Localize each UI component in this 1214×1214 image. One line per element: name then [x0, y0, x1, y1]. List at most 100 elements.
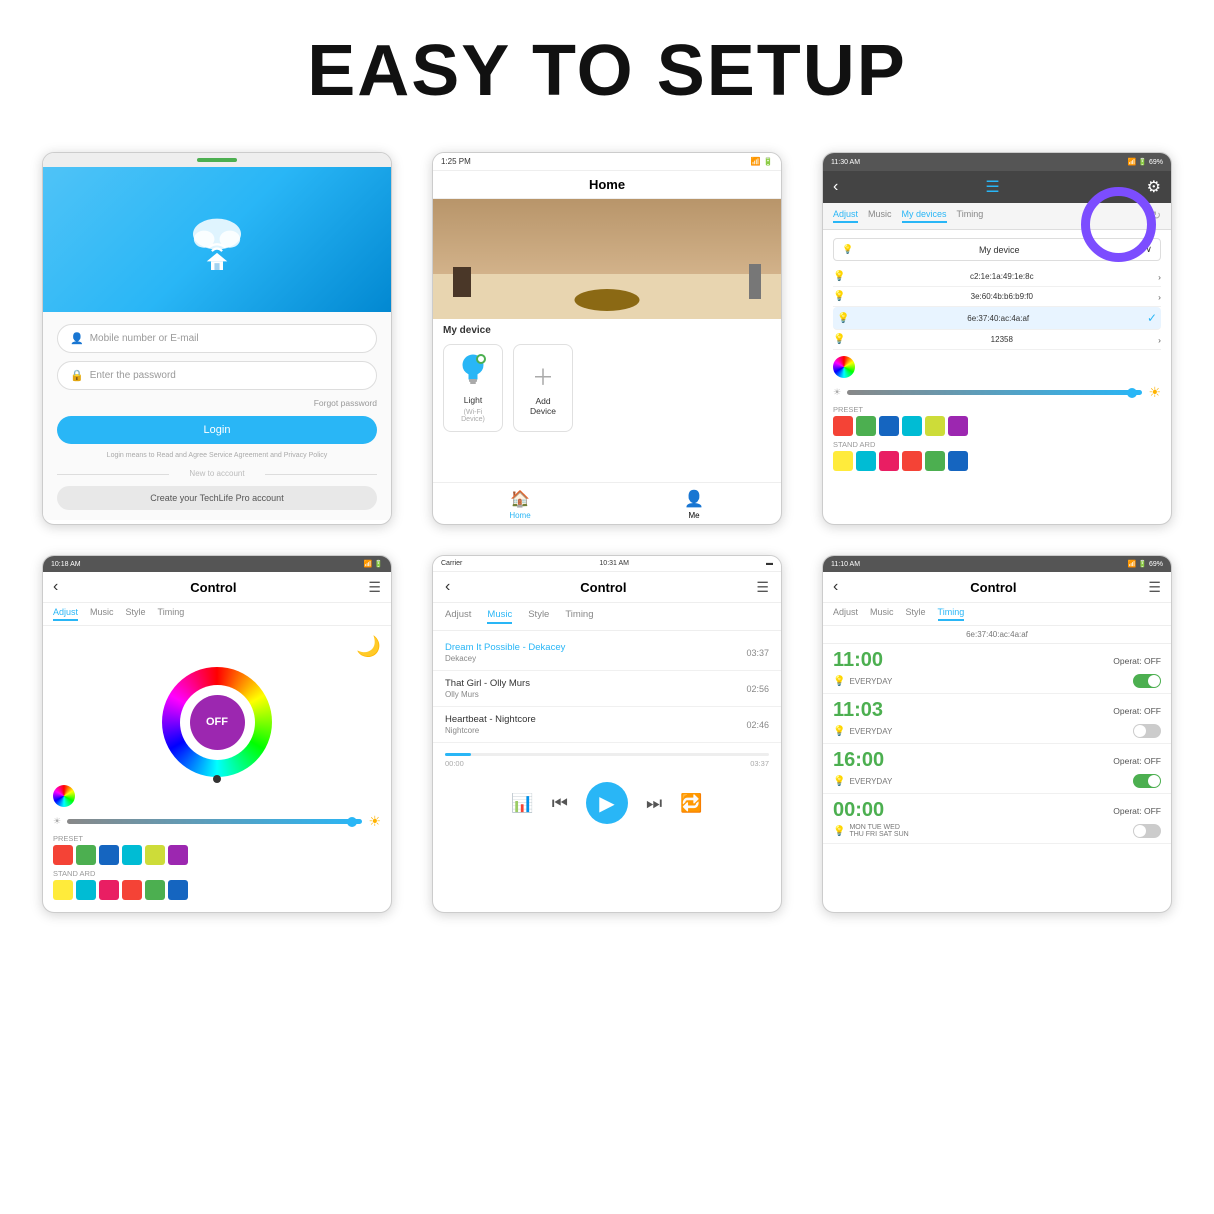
swatch-4-std-blue[interactable] — [168, 880, 188, 900]
tab-timing[interactable]: Timing — [957, 209, 984, 223]
toggle-1[interactable] — [1133, 674, 1161, 688]
bulb-t2: 💡 — [833, 726, 845, 737]
swatch-4-std-yellow[interactable] — [53, 880, 73, 900]
back-icon[interactable]: ‹ — [833, 178, 838, 196]
device-item-4[interactable]: 💡 12358 › — [833, 330, 1161, 350]
repeat-icon[interactable]: 🔁 — [680, 793, 702, 814]
add-device-card[interactable]: ＋ Add Device — [513, 344, 573, 432]
prev-button[interactable]: ⏮ — [552, 793, 568, 814]
timing-item-3: 16:00 Operat: OFF 💡 EVERYDAY — [823, 744, 1171, 794]
toggle-2[interactable] — [1133, 724, 1161, 738]
menu-icon[interactable]: ☰ — [985, 177, 999, 197]
email-field[interactable]: 👤 Mobile number or E-mail — [57, 324, 377, 353]
device-item-1[interactable]: 💡 c2:1e:1a:49:1e:8c › — [833, 267, 1161, 287]
back-timing[interactable]: ‹ — [833, 578, 838, 596]
play-button[interactable]: ▶ — [586, 782, 628, 824]
nav-home[interactable]: 🏠 Home — [433, 489, 607, 520]
swatch-4-purple[interactable] — [168, 845, 188, 865]
back-btn[interactable]: ‹ — [53, 578, 58, 596]
tab-music[interactable]: Music — [868, 209, 892, 223]
swatch-std-pink[interactable] — [879, 451, 899, 471]
swatch-4-cyan[interactable] — [122, 845, 142, 865]
swatch-std-green[interactable] — [925, 451, 945, 471]
phones-grid: 👤 Mobile number or E-mail 🔒 Enter the pa… — [42, 152, 1172, 913]
bulb-icon-2: 💡 — [833, 291, 845, 302]
bar-chart-icon[interactable]: 📊 — [511, 793, 533, 814]
progress-track[interactable] — [445, 753, 769, 756]
tab-adjust[interactable]: Adjust — [833, 209, 858, 223]
tab-adjust-music[interactable]: Adjust — [445, 609, 471, 624]
song-item-1[interactable]: Dream It Possible - Dekacey Dekacey 03:3… — [433, 635, 781, 671]
swatch-4-blue[interactable] — [99, 845, 119, 865]
power-off-button[interactable]: OFF — [190, 695, 245, 750]
swatch-yellow[interactable] — [925, 416, 945, 436]
color-ring-control[interactable]: OFF — [53, 667, 381, 777]
password-field[interactable]: 🔒 Enter the password — [57, 361, 377, 390]
swatch-4-std-green[interactable] — [145, 880, 165, 900]
next-button[interactable]: ⏭ — [646, 793, 662, 814]
moon-icon: 🌙 — [356, 634, 381, 659]
tab-timing-active[interactable]: Timing — [938, 607, 965, 621]
music-controls: 📊 ⏮ ▶ ⏭ 🔁 — [433, 776, 781, 834]
swatch-4-std-red[interactable] — [122, 880, 142, 900]
back-music[interactable]: ‹ — [445, 578, 450, 596]
swatch-4-std-pink[interactable] — [99, 880, 119, 900]
device-item-3-selected[interactable]: 💡 6e:37:40:ac:4a:af ✓ — [833, 307, 1161, 330]
toggle-3[interactable] — [1133, 774, 1161, 788]
statusbar-control-adjust: 10:18 AM 📶 🔋 — [43, 556, 391, 572]
create-account-button[interactable]: Create your TechLife Pro account — [57, 486, 377, 510]
forgot-password-link[interactable]: Forgot password — [57, 398, 377, 408]
tab-music-timing[interactable]: Music — [870, 607, 894, 621]
device-item-2[interactable]: 💡 3e:60:4b:b6:b9:f0 › — [833, 287, 1161, 307]
swatch-purple[interactable] — [948, 416, 968, 436]
tab-adjust-timing[interactable]: Adjust — [833, 607, 858, 621]
song-item-3[interactable]: Heartbeat - Nightcore Nightcore 02:46 — [433, 707, 781, 743]
bulb-t3: 💡 — [833, 776, 845, 787]
swatch-4-std-cyan[interactable] — [76, 880, 96, 900]
standard-label-4: STAND ARD — [53, 869, 381, 878]
swatch-4-green[interactable] — [76, 845, 96, 865]
home-icon: 🏠 — [510, 489, 530, 509]
tab-style-music[interactable]: Style — [528, 609, 549, 624]
swatch-green[interactable] — [856, 416, 876, 436]
song-item-2[interactable]: That Girl - Olly Murs Olly Murs 02:56 — [433, 671, 781, 707]
terms-text: Login means to Read and Agree Service Ag… — [57, 452, 377, 459]
swatch-4-yellow[interactable] — [145, 845, 165, 865]
ring-inner: OFF — [180, 685, 255, 760]
toggle-4[interactable] — [1133, 824, 1161, 838]
swatch-std-red[interactable] — [902, 451, 922, 471]
tab-music-active[interactable]: Music — [487, 609, 512, 624]
tab-mydevices[interactable]: My devices — [902, 209, 947, 223]
color-wheel-small[interactable] — [833, 356, 855, 378]
nav-me[interactable]: 👤 Me — [607, 489, 781, 520]
swatch-4-red[interactable] — [53, 845, 73, 865]
tab-timing-ctrl[interactable]: Timing — [158, 607, 185, 621]
phone-mydevices: 11:30 AM 📶 🔋 69% ‹ ☰ ⚙ Adjust Music My d… — [822, 152, 1172, 525]
color-wheel-4[interactable] — [53, 785, 75, 807]
swatch-std-blue[interactable] — [948, 451, 968, 471]
menu-timing[interactable]: ☰ — [1148, 579, 1161, 596]
filter-icon[interactable]: ☰ — [756, 579, 769, 596]
brightness-slider[interactable] — [847, 390, 1142, 395]
device-list: 💡 c2:1e:1a:49:1e:8c › 💡 3e:60:4b:b6:b9:f… — [833, 267, 1161, 350]
brightness-bar-4[interactable] — [67, 819, 362, 824]
plus-icon: ＋ — [532, 360, 554, 392]
tab-style-ctrl[interactable]: Style — [126, 607, 146, 621]
timing-item-2: 11:03 Operat: OFF 💡 EVERYDAY — [823, 694, 1171, 744]
swatch-std-yellow[interactable] — [833, 451, 853, 471]
login-button[interactable]: Login — [57, 416, 377, 444]
tab-adjust-ctrl[interactable]: Adjust — [53, 607, 78, 621]
settings-gear-icon[interactable]: ⚙ — [1147, 177, 1161, 197]
tab-timing-music[interactable]: Timing — [565, 609, 593, 624]
swatch-std-cyan[interactable] — [856, 451, 876, 471]
device-light-card[interactable]: Light (Wi-Fi Device) — [443, 344, 503, 432]
menu-btn[interactable]: ☰ — [368, 579, 381, 596]
tab-music-ctrl[interactable]: Music — [90, 607, 114, 621]
swatch-cyan[interactable] — [902, 416, 922, 436]
add-device-name: Add Device — [522, 396, 564, 416]
swatch-blue[interactable] — [879, 416, 899, 436]
home-title: Home — [433, 171, 781, 199]
tab-style-timing[interactable]: Style — [906, 607, 926, 621]
brightness-thumb-4 — [347, 817, 357, 827]
swatch-red[interactable] — [833, 416, 853, 436]
